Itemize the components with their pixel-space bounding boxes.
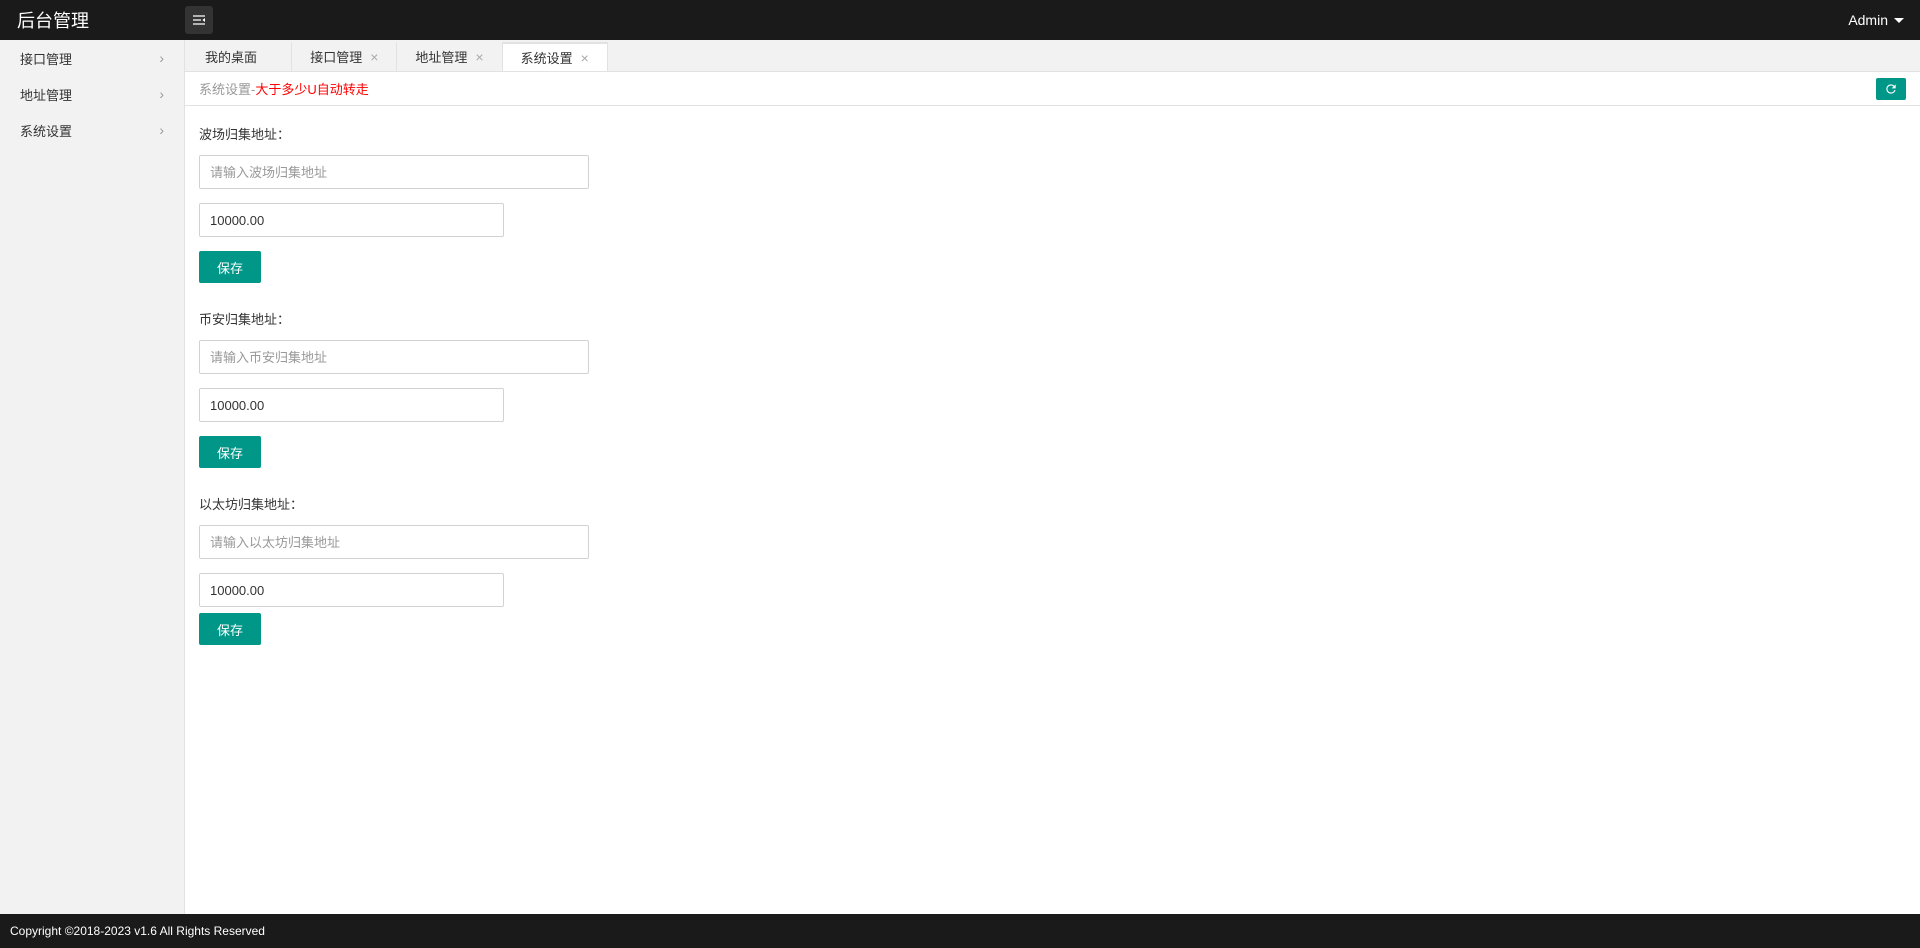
page-title-accent: 大于多少U自动转走: [255, 79, 368, 98]
chevron-right-icon: ›: [159, 86, 164, 102]
close-icon[interactable]: ×: [581, 51, 589, 65]
sidebar-item-api[interactable]: 接口管理 ›: [0, 40, 184, 76]
binance-address-input[interactable]: [199, 340, 589, 374]
save-button-eth[interactable]: 保存: [199, 613, 261, 645]
eth-amount-input[interactable]: [199, 573, 504, 607]
tab-label: 系统设置: [521, 48, 573, 67]
tab-label: 地址管理: [415, 47, 467, 66]
tab-label: 接口管理: [310, 47, 362, 66]
chevron-right-icon: ›: [159, 50, 164, 66]
save-button-tron[interactable]: 保存: [199, 251, 261, 283]
form-area: 波场归集地址： 保存 币安归集地址： 保存 以太坊归集地址： 保存: [185, 106, 1920, 663]
tab-api[interactable]: 接口管理 ×: [292, 42, 397, 71]
toolbar: 系统设置- 大于多少U自动转走: [185, 72, 1920, 106]
sidebar-item-settings[interactable]: 系统设置 ›: [0, 112, 184, 148]
eth-address-input[interactable]: [199, 525, 589, 559]
tab-desktop[interactable]: 我的桌面 ×: [187, 42, 292, 71]
sidebar-item-label: 地址管理: [20, 85, 72, 104]
main: 我的桌面 × 接口管理 × 地址管理 × 系统设置 × 系统设置- 大于多少U自…: [185, 40, 1920, 914]
save-button-binance[interactable]: 保存: [199, 436, 261, 468]
tron-address-input[interactable]: [199, 155, 589, 189]
header-logo: 后台管理: [10, 7, 185, 33]
chevron-right-icon: ›: [159, 122, 164, 138]
binance-amount-input[interactable]: [199, 388, 504, 422]
form-group-binance: 币安归集地址： 保存: [199, 309, 1906, 468]
tab-address[interactable]: 地址管理 ×: [397, 42, 502, 71]
form-label-tron: 波场归集地址：: [199, 124, 1906, 143]
form-group-eth: 以太坊归集地址： 保存: [199, 494, 1906, 645]
tabs: 我的桌面 × 接口管理 × 地址管理 × 系统设置 ×: [185, 42, 1920, 72]
footer-text: Copyright ©2018-2023 v1.6 All Rights Res…: [10, 924, 265, 938]
header: 后台管理 Admin: [0, 0, 1920, 40]
caret-down-icon: [1894, 18, 1904, 23]
sidebar-item-address[interactable]: 地址管理 ›: [0, 76, 184, 112]
tab-settings[interactable]: 系统设置 ×: [503, 42, 608, 71]
sidebar: 接口管理 › 地址管理 › 系统设置 ›: [0, 40, 185, 914]
content: 系统设置- 大于多少U自动转走 波场归集地址： 保存 币安归集地址：: [185, 72, 1920, 914]
close-icon[interactable]: ×: [370, 50, 378, 64]
sidebar-item-label: 接口管理: [20, 49, 72, 68]
footer: Copyright ©2018-2023 v1.6 All Rights Res…: [0, 914, 1920, 948]
user-label: Admin: [1848, 12, 1888, 28]
form-label-binance: 币安归集地址：: [199, 309, 1906, 328]
menu-collapse-icon: [191, 12, 207, 28]
user-menu[interactable]: Admin: [1848, 12, 1910, 28]
refresh-button[interactable]: [1876, 78, 1906, 100]
tab-label: 我的桌面: [205, 47, 257, 66]
form-group-tron: 波场归集地址： 保存: [199, 124, 1906, 283]
page-title-prefix: 系统设置-: [199, 79, 255, 98]
sidebar-toggle-button[interactable]: [185, 6, 213, 34]
sidebar-item-label: 系统设置: [20, 121, 72, 140]
tron-amount-input[interactable]: [199, 203, 504, 237]
refresh-icon: [1884, 82, 1898, 96]
form-label-eth: 以太坊归集地址：: [199, 494, 1906, 513]
close-icon[interactable]: ×: [475, 50, 483, 64]
